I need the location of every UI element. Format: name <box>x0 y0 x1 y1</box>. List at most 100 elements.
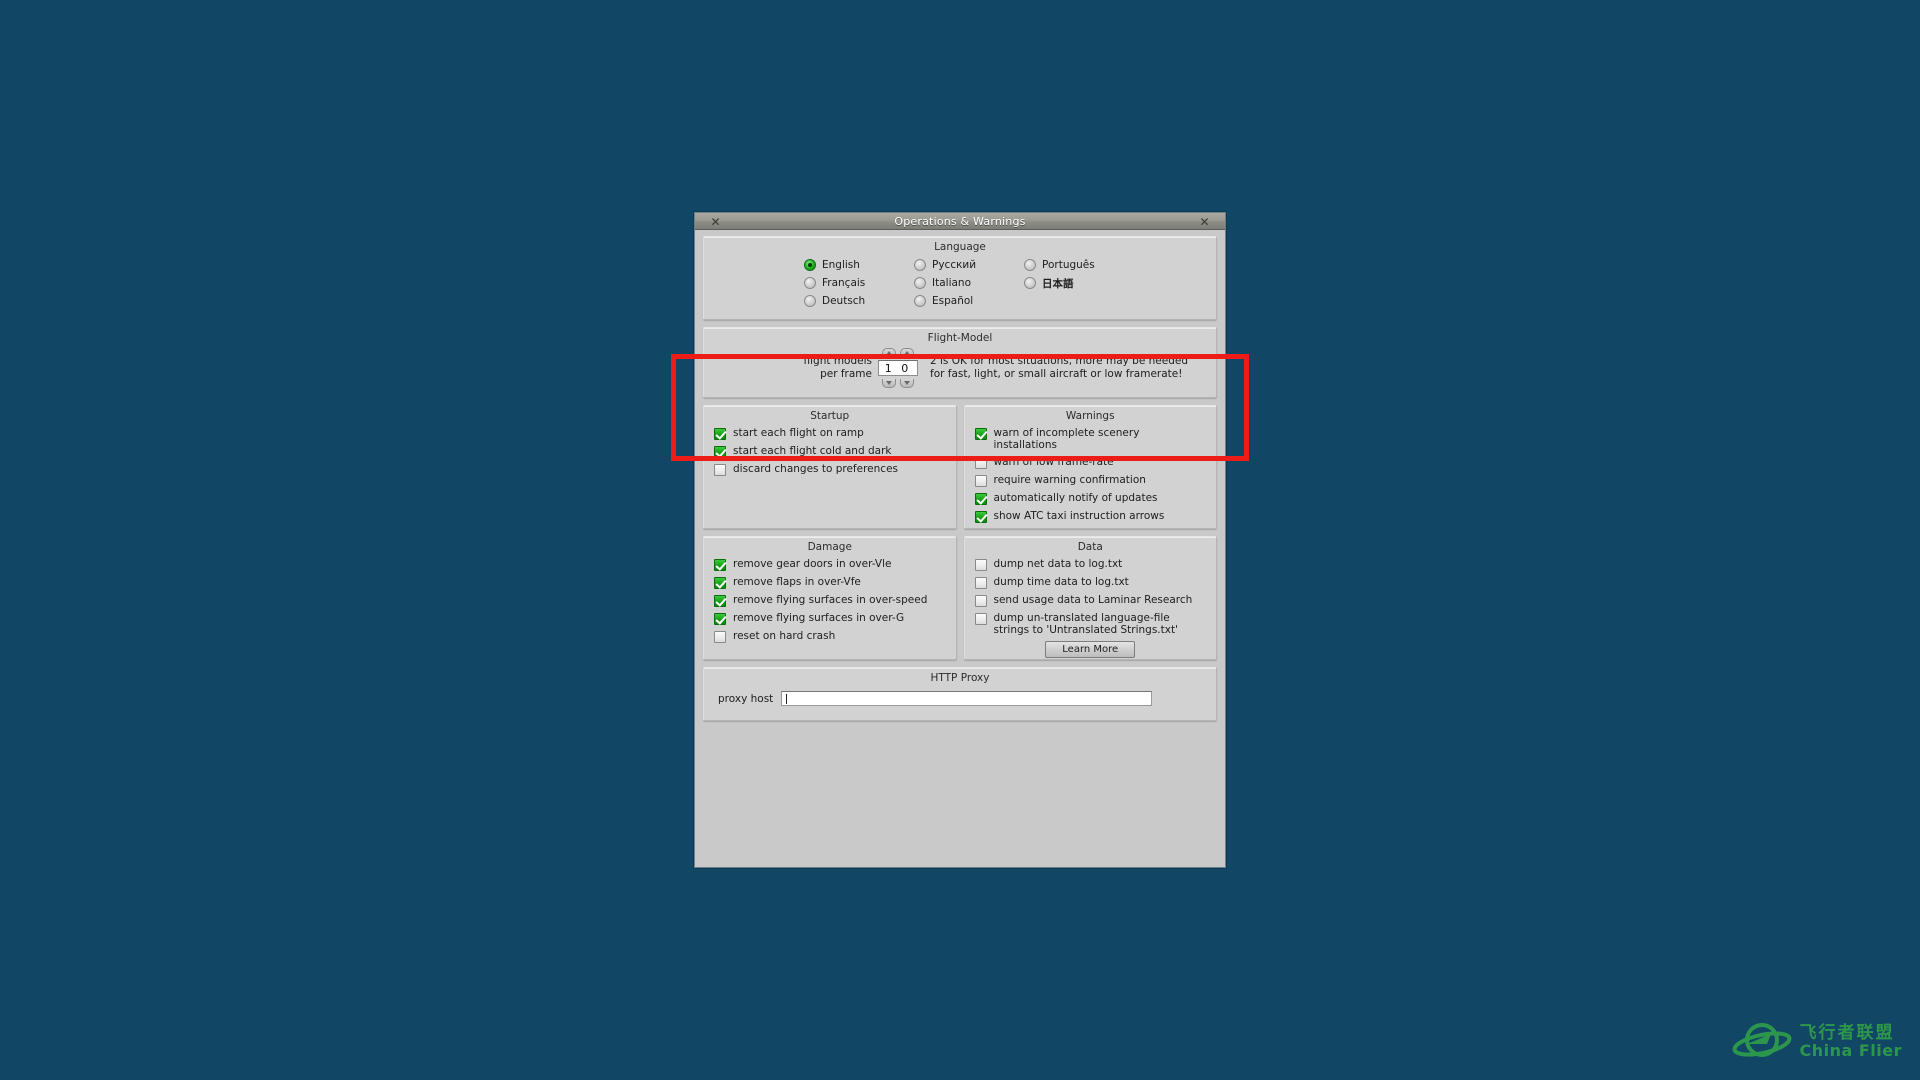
data-group-title: Data <box>1077 541 1103 553</box>
language-option-japanese[interactable]: 日本語 <box>1024 275 1134 291</box>
checkbox-warn-incomplete-scenery[interactable]: warn of incomplete scenery installations <box>974 427 1207 451</box>
stepper-decrement[interactable] <box>882 379 914 388</box>
checkbox-icon[interactable] <box>974 577 987 589</box>
language-option-espanol[interactable]: Español <box>914 293 1024 309</box>
http-proxy-group: HTTP Proxy proxy host <box>703 667 1217 721</box>
checkbox-icon[interactable] <box>714 559 726 571</box>
flight-models-per-frame-value[interactable]: 1 0 <box>878 360 918 376</box>
checkbox-remove-flying-surfaces-over-speed[interactable]: remove flying surfaces in over-speed <box>714 594 946 607</box>
checkbox-label: remove gear doors in over-Vle <box>733 558 892 570</box>
data-options: dump net data to log.txt dump time data … <box>965 556 1217 666</box>
checkbox-show-atc-taxi-arrows[interactable]: show ATC taxi instruction arrows <box>974 510 1207 523</box>
operations-warnings-dialog: ✕ Operations & Warnings ✕ Language Engli… <box>694 212 1226 868</box>
checkbox-icon[interactable] <box>714 613 726 625</box>
startup-group: Startup start each flight on ramp start … <box>703 405 957 529</box>
radio-icon[interactable] <box>1024 259 1036 271</box>
radio-icon[interactable] <box>1024 277 1036 289</box>
proxy-host-input[interactable] <box>781 691 1152 706</box>
radio-icon[interactable] <box>914 295 926 307</box>
learn-more-button[interactable]: Learn More <box>1045 641 1136 658</box>
checkbox-icon[interactable] <box>714 446 726 458</box>
language-option-english[interactable]: English <box>804 257 914 273</box>
checkbox-icon[interactable] <box>974 595 987 607</box>
dialog-title: Operations & Warnings <box>894 214 1026 228</box>
language-option-italiano[interactable]: Italiano <box>914 275 1024 291</box>
learn-more-wrap: Learn More <box>975 641 1207 658</box>
radio-icon[interactable] <box>914 259 926 271</box>
flight-models-per-frame-label: flight models per frame <box>752 355 872 381</box>
fm-note-line1: 2 is OK for most situations, more may be… <box>930 355 1189 367</box>
checkbox-remove-flying-surfaces-over-g[interactable]: remove flying surfaces in over-G <box>714 612 946 625</box>
startup-warnings-row: Startup start each flight on ramp start … <box>703 405 1217 536</box>
checkbox-icon[interactable] <box>714 577 726 589</box>
http-proxy-body: proxy host <box>704 687 1216 720</box>
watermark-en: China Flier <box>1799 1040 1902 1060</box>
language-label: English <box>822 259 860 271</box>
checkbox-dump-net-data[interactable]: dump net data to log.txt <box>974 558 1207 571</box>
checkbox-icon[interactable] <box>974 457 987 469</box>
language-column-1: English Français Deutsch <box>804 257 914 311</box>
language-label: Français <box>822 277 866 289</box>
checkbox-icon[interactable] <box>974 475 987 487</box>
damage-group: Damage remove gear doors in over-Vle rem… <box>703 536 957 660</box>
checkbox-dump-untranslated-strings[interactable]: dump un-translated language-file strings… <box>974 612 1207 636</box>
checkbox-icon[interactable] <box>714 595 726 607</box>
chevron-down-icon[interactable] <box>882 379 896 388</box>
chevron-up-icon[interactable] <box>900 348 914 357</box>
checkbox-label: discard changes to preferences <box>733 463 898 475</box>
checkbox-remove-flaps-over-vfe[interactable]: remove flaps in over-Vfe <box>714 576 946 589</box>
dialog-body: Language English Français Deutsch Русски… <box>695 230 1225 867</box>
checkbox-dump-time-data[interactable]: dump time data to log.txt <box>974 576 1207 589</box>
checkbox-label: start each flight cold and dark <box>733 445 892 457</box>
checkbox-icon[interactable] <box>974 613 987 625</box>
dialog-titlebar[interactable]: ✕ Operations & Warnings ✕ <box>695 213 1225 230</box>
radio-icon[interactable] <box>804 277 816 289</box>
language-label: Português <box>1042 259 1095 271</box>
flight-model-hint: 2 is OK for most situations, more may be… <box>930 355 1188 381</box>
flight-models-per-frame-stepper[interactable]: 1 0 <box>878 348 918 388</box>
language-label: 日本語 <box>1042 277 1074 290</box>
checkbox-icon[interactable] <box>714 464 726 476</box>
flight-model-group: Flight-Model flight models per frame 1 0 <box>703 327 1217 398</box>
checkbox-start-each-flight-on-ramp[interactable]: start each flight on ramp <box>714 427 946 440</box>
checkbox-automatically-notify-of-updates[interactable]: automatically notify of updates <box>974 492 1207 505</box>
http-proxy-group-title: HTTP Proxy <box>930 672 990 684</box>
checkbox-warn-low-frame-rate[interactable]: warn of low frame-rate <box>974 456 1207 469</box>
language-option-russian[interactable]: Русский <box>914 257 1024 273</box>
checkbox-label: remove flying surfaces in over-G <box>733 612 905 624</box>
language-option-francais[interactable]: Français <box>804 275 914 291</box>
checkbox-icon[interactable] <box>714 428 726 440</box>
checkbox-start-each-flight-cold-and-dark[interactable]: start each flight cold and dark <box>714 445 946 458</box>
close-icon-left[interactable]: ✕ <box>709 215 722 228</box>
damage-data-row: Damage remove gear doors in over-Vle rem… <box>703 536 1217 667</box>
stepper-increment[interactable] <box>882 348 914 357</box>
watermark-text: 飞行者联盟 China Flier <box>1799 1024 1902 1060</box>
checkbox-label: warn of incomplete scenery installations <box>993 427 1140 451</box>
startup-options: start each flight on ramp start each fli… <box>704 425 956 489</box>
checkbox-icon[interactable] <box>714 631 726 643</box>
checkbox-icon[interactable] <box>974 559 987 571</box>
language-option-deutsch[interactable]: Deutsch <box>804 293 914 309</box>
language-option-portugues[interactable]: Português <box>1024 257 1134 273</box>
checkbox-discard-changes-to-preferences[interactable]: discard changes to preferences <box>714 463 946 476</box>
radio-icon[interactable] <box>804 295 816 307</box>
checkbox-icon[interactable] <box>974 428 987 440</box>
checkbox-remove-gear-doors-over-vle[interactable]: remove gear doors in over-Vle <box>714 558 946 571</box>
checkbox-send-usage-data[interactable]: send usage data to Laminar Research <box>974 594 1207 607</box>
radio-icon[interactable] <box>914 277 926 289</box>
checkbox-icon[interactable] <box>974 511 987 523</box>
chevron-up-icon[interactable] <box>882 348 896 357</box>
checkbox-icon[interactable] <box>974 493 987 505</box>
close-icon-right[interactable]: ✕ <box>1198 215 1211 228</box>
language-options: English Français Deutsch Русский Italian… <box>704 256 1216 319</box>
radio-icon[interactable] <box>804 259 816 271</box>
checkbox-label: show ATC taxi instruction arrows <box>993 510 1165 522</box>
warnings-group: Warnings warn of incomplete scenery inst… <box>963 405 1217 529</box>
checkbox-label: remove flaps in over-Vfe <box>733 576 861 588</box>
chevron-down-icon[interactable] <box>900 379 914 388</box>
checkbox-require-warning-confirmation[interactable]: require warning confirmation <box>974 474 1207 487</box>
language-label: Español <box>932 295 974 307</box>
checkbox-label: reset on hard crash <box>733 630 836 642</box>
checkbox-reset-on-hard-crash[interactable]: reset on hard crash <box>714 630 946 643</box>
checkbox-label: remove flying surfaces in over-speed <box>733 594 928 606</box>
